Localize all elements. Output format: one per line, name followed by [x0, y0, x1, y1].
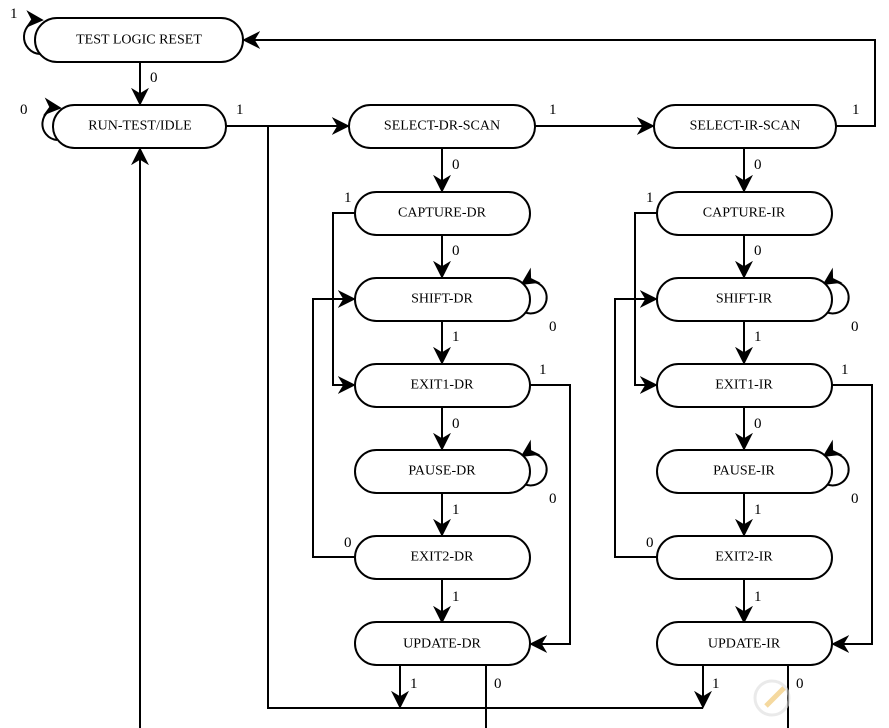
state-pause-dr: PAUSE-DR	[354, 449, 531, 494]
state-label: PAUSE-IR	[713, 464, 775, 479]
state-update-ir: UPDATE-IR	[656, 621, 833, 666]
label-rti-loop: 0	[20, 102, 28, 118]
watermark-logo	[753, 679, 791, 717]
label-capir-shiftir: 0	[754, 243, 762, 259]
label-exit1ir-updateir: 1	[841, 362, 849, 378]
watermark-mark-icon	[764, 686, 786, 708]
state-label: EXIT1-IR	[715, 378, 773, 393]
state-label: SHIFT-DR	[411, 292, 473, 307]
state-run-test-idle: RUN-TEST/IDLE	[52, 104, 227, 149]
label-selir-tlr: 1	[852, 102, 860, 118]
state-label: PAUSE-DR	[408, 464, 476, 479]
arrow-exit1ir-updateir	[831, 384, 873, 653]
state-label: RUN-TEST/IDLE	[88, 119, 191, 134]
state-label: EXIT1-DR	[411, 378, 475, 393]
label-capdr-shiftdr: 0	[452, 243, 460, 259]
label-shiftdr-exit1dr: 1	[452, 329, 460, 345]
state-label: UPDATE-DR	[403, 637, 481, 652]
state-shift-dr: SHIFT-DR	[354, 277, 531, 322]
label-exit2ir-shiftir: 0	[646, 535, 654, 551]
label-exit1ir-pauseir: 0	[754, 416, 762, 432]
label-updatedr-0: 0	[494, 676, 502, 692]
state-label: SELECT-IR-SCAN	[690, 119, 801, 134]
label-exit2dr-updatedr: 1	[452, 589, 460, 605]
label-capir-exit1ir: 1	[646, 190, 654, 206]
state-label: SELECT-DR-SCAN	[384, 119, 500, 134]
label-pauseir-exit2ir: 1	[754, 502, 762, 518]
label-exit1dr-pausedr: 0	[452, 416, 460, 432]
label-updateir-1: 1	[712, 676, 720, 692]
state-capture-dr: CAPTURE-DR	[354, 191, 531, 236]
state-label: EXIT2-DR	[411, 550, 475, 565]
label-exit2dr-shiftdr: 0	[344, 535, 352, 551]
state-label: EXIT2-IR	[715, 550, 773, 565]
state-label: CAPTURE-IR	[703, 206, 786, 221]
label-pausedr-exit2dr: 1	[452, 502, 460, 518]
state-label: TEST LOGIC RESET	[76, 33, 202, 48]
label-seldr-selir: 1	[549, 102, 557, 118]
arrow-exit1dr-updatedr	[529, 384, 571, 653]
state-test-logic-reset: TEST LOGIC RESET	[34, 17, 244, 63]
label-tlr-loop: 1	[10, 6, 18, 22]
label-exit2ir-updateir: 1	[754, 589, 762, 605]
state-label: CAPTURE-DR	[398, 206, 487, 221]
label-shiftdr-loop: 0	[549, 319, 557, 335]
state-pause-ir: PAUSE-IR	[656, 449, 833, 494]
state-select-dr-scan: SELECT-DR-SCAN	[348, 104, 536, 149]
label-pausedr-loop: 0	[549, 491, 557, 507]
label-rti-seldr: 1	[236, 102, 244, 118]
tap-state-diagram: TEST LOGIC RESET RUN-TEST/IDLE SELECT-DR…	[10, 6, 876, 728]
state-label: UPDATE-IR	[708, 637, 781, 652]
label-exit1dr-updatedr: 1	[539, 362, 547, 378]
state-capture-ir: CAPTURE-IR	[656, 191, 833, 236]
label-pauseir-loop: 0	[851, 491, 859, 507]
label-shiftir-exit1ir: 1	[754, 329, 762, 345]
label-tlr-rti: 0	[150, 70, 158, 86]
label-shiftir-loop: 0	[851, 319, 859, 335]
label-updateir-0: 0	[796, 676, 804, 692]
state-select-ir-scan: SELECT-IR-SCAN	[653, 104, 837, 149]
state-exit2-ir: EXIT2-IR	[656, 535, 833, 580]
label-seldr-capdr: 0	[452, 157, 460, 173]
label-selir-capir: 0	[754, 157, 762, 173]
state-shift-ir: SHIFT-IR	[656, 277, 833, 322]
state-exit1-dr: EXIT1-DR	[354, 363, 531, 408]
state-exit1-ir: EXIT1-IR	[656, 363, 833, 408]
state-exit2-dr: EXIT2-DR	[354, 535, 531, 580]
state-update-dr: UPDATE-DR	[354, 621, 531, 666]
state-label: SHIFT-IR	[716, 292, 773, 307]
label-capdr-exit1dr: 1	[344, 190, 352, 206]
label-updatedr-1: 1	[410, 676, 418, 692]
